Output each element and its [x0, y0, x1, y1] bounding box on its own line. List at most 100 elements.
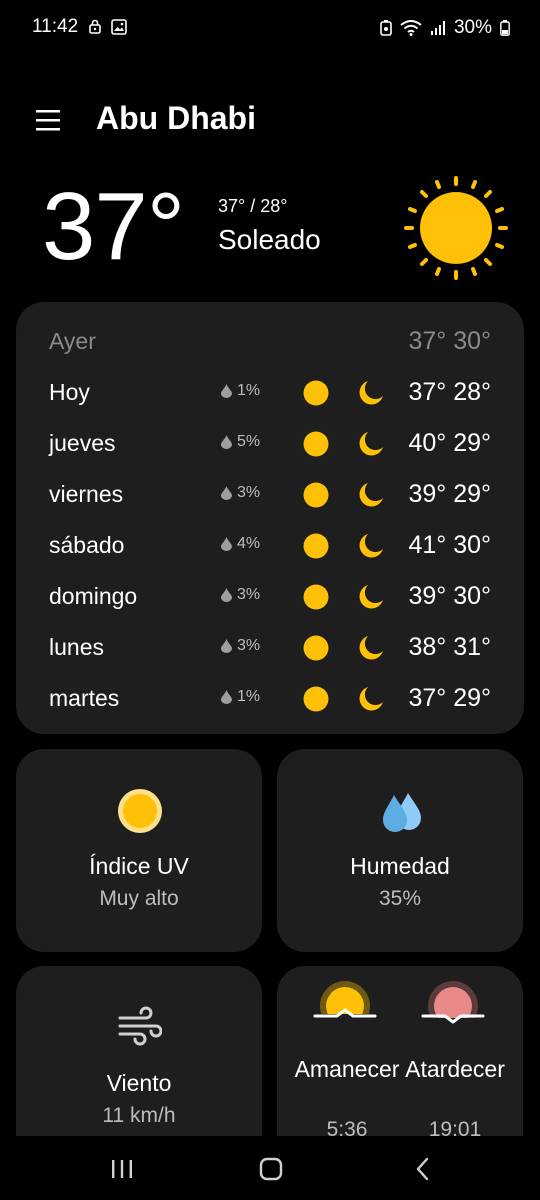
forecast-rain: 1% — [221, 382, 260, 400]
wind-value: 11 km/h — [102, 1104, 176, 1127]
forecast-rain-value: 3% — [237, 637, 261, 654]
raindrop-icon — [221, 588, 232, 602]
forecast-day: Ayer — [49, 328, 96, 354]
raindrop-icon — [221, 537, 232, 551]
forecast-day: domingo — [49, 583, 138, 609]
status-icons: 30% — [380, 16, 510, 40]
battery-percent: 30% — [453, 17, 492, 38]
forecast-row[interactable]: domingo 3% 39° 30° — [16, 577, 524, 617]
status-time: 11:42 — [32, 16, 79, 37]
app-header: Abu Dhabi — [0, 90, 540, 150]
forecast-rain: 5% — [221, 433, 260, 451]
sunset-value: 19:01 — [428, 1118, 482, 1136]
forecast-temps: 39° 30° — [408, 582, 491, 610]
humidity-value: 35% — [378, 887, 422, 910]
current-temperature: 37° — [42, 173, 185, 280]
forecast-rain-value: 3% — [237, 586, 261, 603]
forecast-card[interactable]: Ayer 37° 30° Hoy 1% 37° 28° jueves 5% 40° 29°… — [16, 302, 524, 734]
forecast-rain: 3% — [221, 637, 260, 655]
water-drops-icon — [383, 793, 421, 832]
day-sun-icon — [303, 635, 329, 661]
forecast-rain: 4% — [221, 535, 260, 553]
night-moon-icon — [359, 381, 383, 405]
sunset-icon — [421, 981, 485, 1030]
forecast-row[interactable]: viernes 3% 39° 29° — [16, 475, 524, 515]
status-bar: 11:42 30% — [0, 0, 540, 56]
current-condition: Soleado — [218, 224, 321, 255]
forecast-rain-value: 3% — [237, 484, 261, 501]
raindrop-icon — [221, 486, 232, 500]
forecast-day: lunes — [49, 634, 104, 660]
image-icon — [111, 19, 127, 35]
recent-apps-icon[interactable] — [107, 1154, 137, 1184]
forecast-row-yesterday: Ayer 37° 30° — [16, 322, 524, 362]
forecast-rain-value: 4% — [237, 535, 261, 552]
day-sun-icon — [303, 482, 329, 508]
forecast-row[interactable]: lunes 3% 38° 31° — [16, 628, 524, 668]
navigation-bar — [0, 1136, 540, 1200]
sunrise-value: 5:36 — [326, 1118, 368, 1136]
sunrise-title: Amanecer — [294, 1056, 400, 1082]
humidity-title: Humedad — [350, 853, 450, 879]
sunrise-icon — [313, 981, 377, 1026]
raindrop-icon — [221, 435, 232, 449]
forecast-rain: 3% — [221, 484, 260, 502]
forecast-day: martes — [49, 685, 120, 711]
forecast-rain-value: 1% — [237, 382, 261, 399]
raindrop-icon — [221, 639, 232, 653]
raindrop-icon — [221, 690, 232, 704]
wifi-icon — [400, 20, 422, 36]
forecast-row[interactable]: martes 1% 37° 29° — [16, 679, 524, 719]
day-sun-icon — [303, 380, 329, 406]
hamburger-menu-icon[interactable] — [34, 106, 64, 134]
wind-title: Viento — [106, 1070, 172, 1096]
night-moon-icon — [359, 534, 383, 558]
current-range: 37° / 28° — [218, 196, 288, 216]
signal-icon — [430, 21, 445, 35]
night-moon-icon — [359, 687, 383, 711]
uv-value: Muy alto — [99, 887, 179, 910]
battery-saver-icon — [380, 20, 392, 36]
day-sun-icon — [303, 584, 329, 610]
home-icon[interactable] — [256, 1154, 286, 1184]
night-moon-icon — [359, 483, 383, 507]
sunrise-sunset-tile[interactable]: Amanecer Atardecer 5:36 19:01 — [277, 966, 523, 1136]
forecast-row[interactable]: jueves 5% 40° 29° — [16, 424, 524, 464]
forecast-rain: 1% — [221, 688, 260, 706]
forecast-day: viernes — [49, 481, 124, 507]
sunset-title: Atardecer — [405, 1056, 505, 1082]
lock-icon — [89, 19, 101, 34]
forecast-temps: 41° 30° — [408, 531, 491, 559]
wind-tile[interactable]: Viento 11 km/h — [16, 966, 262, 1136]
wind-icon — [118, 1006, 162, 1046]
forecast-rain-value: 5% — [237, 433, 261, 450]
forecast-temps: 37° 28° — [408, 378, 491, 406]
forecast-temps: 37° 30° — [408, 327, 491, 355]
battery-icon — [500, 20, 510, 36]
forecast-temps: 37° 29° — [408, 684, 491, 712]
forecast-temps: 39° 29° — [408, 480, 491, 508]
forecast-day: Hoy — [49, 379, 90, 405]
city-title: Abu Dhabi — [96, 100, 256, 136]
forecast-day: jueves — [49, 430, 116, 456]
forecast-rain: 3% — [221, 586, 260, 604]
forecast-temps: 40° 29° — [408, 429, 491, 457]
raindrop-icon — [221, 384, 232, 398]
forecast-day: sábado — [49, 532, 125, 558]
day-sun-icon — [303, 431, 329, 457]
forecast-row[interactable]: Hoy 1% 37° 28° — [16, 373, 524, 413]
night-moon-icon — [359, 585, 383, 609]
back-icon[interactable] — [408, 1154, 438, 1184]
humidity-tile[interactable]: Humedad 35% — [277, 749, 523, 952]
forecast-temps: 38° 31° — [408, 633, 491, 661]
sun-icon — [404, 176, 508, 280]
forecast-row[interactable]: sábado 4% 41° 30° — [16, 526, 524, 566]
night-moon-icon — [359, 636, 383, 660]
night-moon-icon — [359, 432, 383, 456]
day-sun-icon — [303, 533, 329, 559]
day-sun-icon — [303, 686, 329, 712]
uv-sun-icon — [118, 789, 162, 833]
forecast-rain-value: 1% — [237, 688, 261, 705]
uv-title: Índice UV — [89, 853, 189, 879]
uv-index-tile[interactable]: Índice UV Muy alto — [16, 749, 262, 952]
